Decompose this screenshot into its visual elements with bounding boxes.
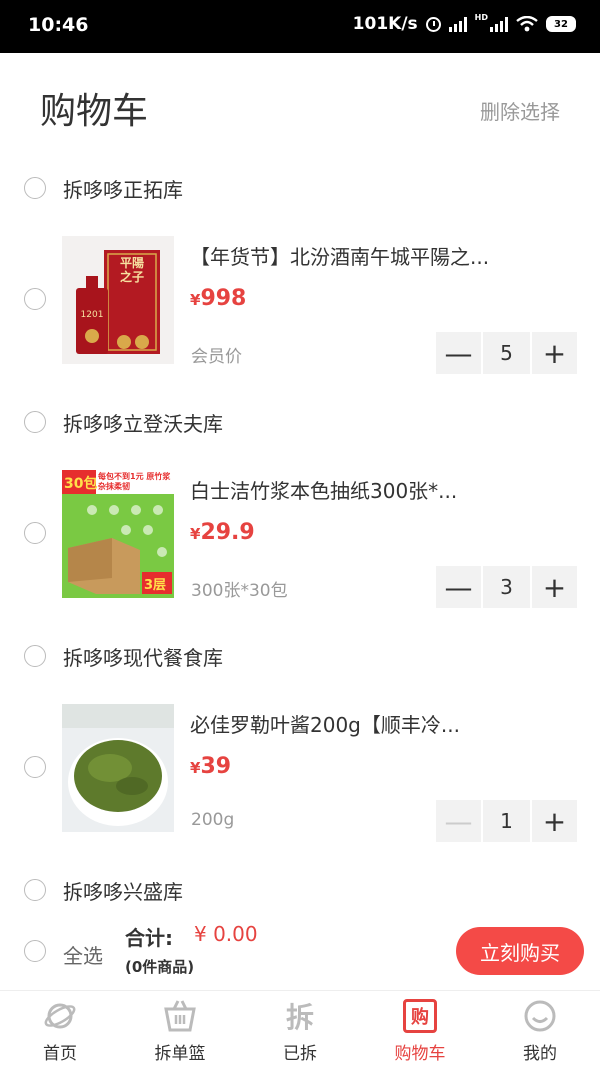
delete-selected-button[interactable]: 删除选择 <box>480 96 560 125</box>
store-row: 拆哆哆兴盛库 <box>0 870 600 910</box>
cart-item: 30包 每包不到1元 原竹浆杂抹柔韧 3层 白士洁竹浆本色抽纸300张*... … <box>0 470 600 608</box>
tab-cart[interactable]: 购 购物车 <box>360 991 480 1067</box>
quantity-value[interactable]: 1 <box>483 800 530 842</box>
store-select-radio[interactable] <box>24 645 46 667</box>
signal-icon-2 <box>490 16 508 32</box>
product-image-text: 平陽之子 <box>120 256 145 284</box>
cart-icon: 购 <box>403 999 437 1033</box>
store-name: 拆哆哆正拓库 <box>63 178 183 202</box>
store-name: 拆哆哆立登沃夫库 <box>63 412 223 436</box>
status-time: 10:46 <box>28 14 89 36</box>
buy-now-button[interactable]: 立刻购买 <box>456 927 584 975</box>
increase-button[interactable]: + <box>532 800 577 842</box>
product-spec: 300张*30包 <box>191 581 288 601</box>
product-spec: 200g <box>191 810 235 830</box>
product-image-liquor[interactable]: 平陽之子 1201 <box>62 236 174 364</box>
product-price: ¥998 <box>190 286 247 311</box>
tab-mine[interactable]: 我的 <box>480 991 600 1067</box>
store-row: 拆哆哆正拓库 <box>0 168 600 208</box>
cart-item: 必佳罗勒叶酱200g【顺丰冷... ¥39 200g — 1 + <box>0 704 600 842</box>
select-all-radio[interactable] <box>24 940 46 962</box>
store-name: 拆哆哆兴盛库 <box>63 880 183 904</box>
wifi-icon <box>516 16 538 32</box>
total-label: 合计: <box>125 926 173 950</box>
product-image-subtext: 1201 <box>80 310 104 320</box>
quantity-value[interactable]: 3 <box>483 566 530 608</box>
product-price: ¥29.9 <box>190 520 255 545</box>
status-bar: 10:46 101K/s HD 32 <box>0 0 600 53</box>
net-speed: 101K/s <box>352 14 418 34</box>
product-image-pesto[interactable] <box>62 704 174 832</box>
tab-label: 购物车 <box>394 1044 446 1064</box>
signal-icon <box>448 16 467 32</box>
select-all-label[interactable]: 全选 <box>63 940 103 969</box>
tab-label: 首页 <box>43 1044 77 1064</box>
item-select-radio[interactable] <box>24 288 46 310</box>
basket-icon <box>164 1000 196 1032</box>
quantity-stepper: — 5 + <box>436 332 577 374</box>
status-right: 101K/s HD 32 <box>353 14 576 34</box>
product-price: ¥39 <box>190 754 232 779</box>
tab-label: 已拆 <box>283 1044 317 1064</box>
store-select-radio[interactable] <box>24 177 46 199</box>
bottom-tab-bar: 首页 拆单篮 拆 已拆 购 购物车 我的 <box>0 990 600 1067</box>
product-image-text: 30包 <box>64 476 98 492</box>
quantity-stepper: — 1 + <box>436 800 577 842</box>
quantity-stepper: — 3 + <box>436 566 577 608</box>
tab-opened[interactable]: 拆 已拆 <box>240 991 360 1067</box>
checkout-bar: 全选 合计: ¥ 0.00 (0件商品) 立刻购买 <box>0 910 600 990</box>
tab-label: 我的 <box>523 1044 557 1064</box>
tab-label: 拆单篮 <box>154 1044 206 1064</box>
store-select-radio[interactable] <box>24 879 46 901</box>
app-screen: 10:46 101K/s HD 32 购物车 删除选择 拆哆哆正拓库 平陽之子 … <box>0 0 600 1067</box>
cart-icon-glyph: 购 <box>411 1007 429 1028</box>
decrease-button[interactable]: — <box>436 332 481 374</box>
item-select-radio[interactable] <box>24 522 46 544</box>
product-image-banner: 每包不到1元 原竹浆杂抹柔韧 <box>98 472 171 491</box>
increase-button[interactable]: + <box>532 332 577 374</box>
store-name: 拆哆哆现代餐食库 <box>63 646 223 670</box>
store-row: 拆哆哆现代餐食库 <box>0 636 600 676</box>
cart-item: 平陽之子 1201 【年货节】北汾酒南午城平陽之... ¥998 会员价 — 5… <box>0 236 600 374</box>
decrease-button[interactable]: — <box>436 566 481 608</box>
total-value: ¥ 0.00 <box>194 922 258 946</box>
store-row: 拆哆哆立登沃夫库 <box>0 402 600 442</box>
tab-basket[interactable]: 拆单篮 <box>120 991 240 1067</box>
quantity-value[interactable]: 5 <box>483 332 530 374</box>
hd-label: HD <box>474 13 488 22</box>
chai-icon: 拆 <box>285 1001 314 1034</box>
alarm-icon <box>425 16 441 32</box>
decrease-button[interactable]: — <box>436 800 481 842</box>
product-title[interactable]: 【年货节】北汾酒南午城平陽之... <box>190 241 489 270</box>
page-title: 购物车 <box>40 91 149 132</box>
product-title[interactable]: 白士洁竹浆本色抽纸300张*... <box>190 475 457 504</box>
battery-icon: 32 <box>546 16 576 32</box>
tab-home[interactable]: 首页 <box>0 991 120 1067</box>
item-select-radio[interactable] <box>24 756 46 778</box>
planet-icon <box>44 1003 76 1029</box>
product-image-badge: 3层 <box>144 578 167 593</box>
product-spec: 会员价 <box>191 347 242 367</box>
increase-button[interactable]: + <box>532 566 577 608</box>
smile-icon <box>524 1000 556 1032</box>
store-select-radio[interactable] <box>24 411 46 433</box>
product-image-tissue[interactable]: 30包 每包不到1元 原竹浆杂抹柔韧 3层 <box>62 470 174 598</box>
item-count: (0件商品) <box>125 958 195 976</box>
product-title[interactable]: 必佳罗勒叶酱200g【顺丰冷... <box>190 709 460 738</box>
